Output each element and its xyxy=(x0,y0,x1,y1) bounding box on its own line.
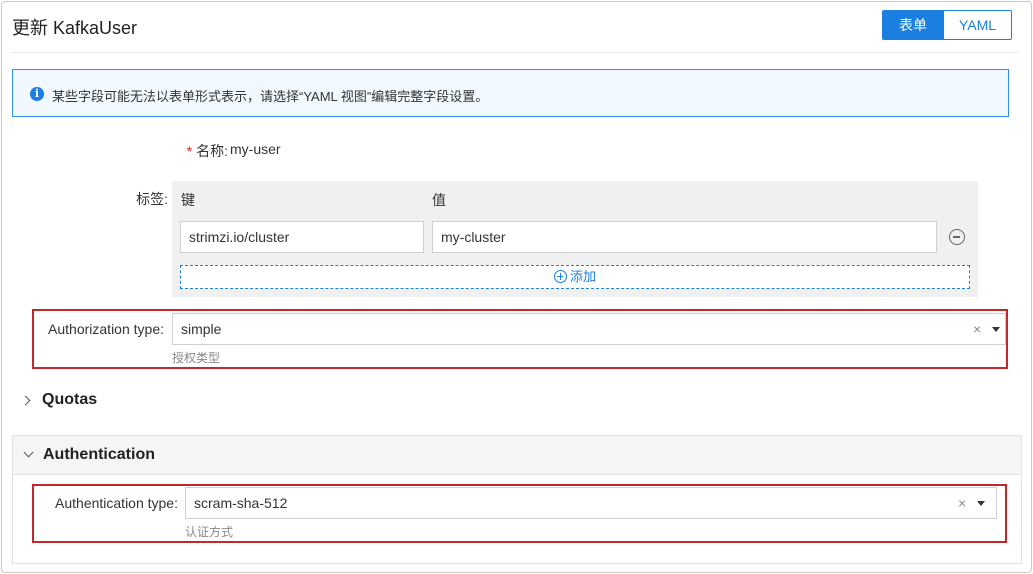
yaml-mode-button[interactable]: YAML xyxy=(943,11,1011,39)
authentication-section-header[interactable] xyxy=(13,436,1021,475)
page-header: 更新 KafkaUser 表单 YAML xyxy=(12,10,1012,40)
authorization-type-select[interactable]: simple × xyxy=(172,313,1006,345)
clear-icon[interactable]: × xyxy=(958,488,966,518)
plus-circle-icon xyxy=(553,270,567,283)
name-label: * 名称: xyxy=(186,143,228,159)
label-key-input[interactable]: strimzi.io/cluster xyxy=(180,221,424,253)
authorization-type-value: simple xyxy=(181,321,222,337)
name-value: my-user xyxy=(230,141,281,157)
authentication-section-title[interactable]: Authentication xyxy=(43,446,155,464)
labels-label: 标签: xyxy=(136,191,168,207)
info-alert: i 某些字段可能无法以表单形式表示，请选择“YAML 视图”编辑完整字段设置。 xyxy=(12,69,1009,117)
quotas-section-title[interactable]: Quotas xyxy=(42,391,97,409)
authentication-type-label: Authentication type: xyxy=(55,495,178,511)
labels-value-header: 值 xyxy=(432,192,446,208)
authentication-help-text: 认证方式 xyxy=(185,525,234,539)
info-icon: i xyxy=(30,87,44,101)
authorization-help-text: 授权类型 xyxy=(172,351,221,365)
authorization-type-label: Authorization type: xyxy=(48,321,164,337)
clear-icon[interactable]: × xyxy=(973,314,981,344)
view-mode-switch: 表单 YAML xyxy=(882,10,1012,40)
add-label-button[interactable]: 添加 xyxy=(180,265,970,289)
authentication-type-value: scram-sha-512 xyxy=(194,495,288,511)
required-mark: * xyxy=(186,143,193,159)
authentication-type-select[interactable]: scram-sha-512 × xyxy=(185,487,997,519)
caret-down-icon xyxy=(977,501,985,506)
header-divider xyxy=(12,52,1018,53)
labels-key-header: 键 xyxy=(181,192,195,208)
remove-label-icon[interactable] xyxy=(949,229,965,245)
alert-text: 某些字段可能无法以表单形式表示，请选择“YAML 视图”编辑完整字段设置。 xyxy=(52,89,489,104)
form-mode-button[interactable]: 表单 xyxy=(883,11,943,39)
page-title: 更新 KafkaUser xyxy=(12,18,138,38)
caret-down-icon xyxy=(992,327,1000,332)
label-value-input[interactable]: my-cluster xyxy=(432,221,937,253)
